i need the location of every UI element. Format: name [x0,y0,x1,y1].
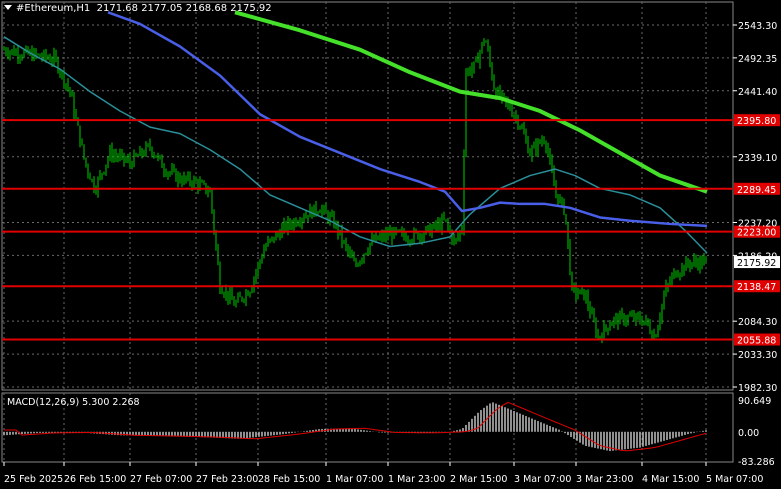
level-price-label: 2289.45 [737,185,776,196]
time-tick-label: 1 Mar 07:00 [326,474,383,485]
macd-label: MACD(12,26,9) 5.300 2.268 [7,397,140,408]
time-tick-label: 25 Feb 2025 [4,474,63,485]
price-tick-label: 2084.30 [738,317,777,328]
time-tick-label: 2 Mar 15:00 [450,474,507,485]
time-tick-label: 3 Mar 07:00 [514,474,571,485]
macd-axis: 90.649 0.00 -83.286 [738,396,775,468]
macd-tick-label: 90.649 [738,396,771,407]
moving-average-fast [3,36,708,254]
price-panel-frame [1,1,734,391]
current-price-label: 2175.92 [737,258,776,269]
price-tick-label: 2033.30 [738,350,777,361]
moving-average-slow [234,10,708,194]
candles [3,38,707,344]
macd-histogram [3,402,707,452]
level-price-label: 2138.47 [737,282,776,293]
time-tick-label: 3 Mar 23:00 [576,474,633,485]
price-tick-label: 1982.30 [738,383,777,394]
time-tick-label: 5 Mar 07:00 [706,474,763,485]
time-tick-label: 4 Mar 15:00 [642,474,699,485]
time-tick-label: 27 Feb 07:00 [130,474,192,485]
price-tick-label: 2441.40 [738,87,777,98]
macd-tick-label: 0.00 [738,428,759,439]
time-tick-label: 27 Feb 23:00 [196,474,258,485]
macd-tick-label: -83.286 [738,457,775,468]
price-tick-label: 2543.30 [738,21,777,32]
price-chart[interactable]: 2395.802289.452223.002138.472055.882543.… [0,0,781,489]
price-tick-label: 2339.10 [738,153,777,164]
price-tick-label: 2237.20 [738,219,777,230]
level-price-label: 2395.80 [737,116,776,127]
level-price-label: 2055.88 [737,336,776,347]
time-axis: 25 Feb 2025 26 Feb 15:00 27 Feb 07:00 27 Fe… [3,462,763,485]
price-tick-label: 2492.35 [738,54,777,65]
time-tick-label: 26 Feb 15:00 [64,474,126,485]
time-tick-label: 1 Mar 23:00 [388,474,445,485]
time-tick-label: 28 Feb 15:00 [258,474,320,485]
